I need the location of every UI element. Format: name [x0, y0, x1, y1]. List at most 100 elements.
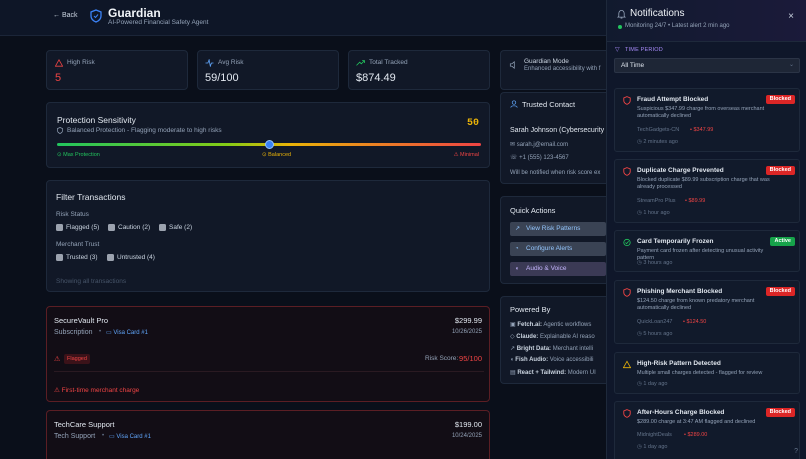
- transaction-merchant: SecureVault Pro: [54, 316, 109, 325]
- notification-time: ◷ 1 day ago: [637, 381, 668, 387]
- audio-voice-button[interactable]: ◖ Audio & Voice: [510, 262, 606, 276]
- shield-icon: [623, 96, 631, 105]
- notifications-title: Notifications: [630, 8, 685, 19]
- notification-title: Duplicate Charge Prevented: [637, 167, 724, 174]
- view-risk-patterns-button[interactable]: ↗ View Risk Patterns: [510, 222, 606, 236]
- status-badge: Blocked: [765, 95, 795, 104]
- warning-triangle-icon: [55, 59, 63, 67]
- time-period-value: All Time: [621, 62, 645, 69]
- stat-value: $874.49: [356, 72, 396, 84]
- transaction-date: 10/26/2025: [451, 329, 482, 335]
- transaction-row[interactable]: TechCare Support $199.00 Tech Support • …: [46, 410, 490, 459]
- filter-icon: ▽: [615, 47, 620, 53]
- checkbox-label: Trusted (3): [66, 254, 98, 261]
- time-period-select[interactable]: All Time ⌄: [614, 58, 800, 73]
- status-badge: Flagged: [64, 354, 90, 364]
- bell-icon: [617, 9, 626, 19]
- notification-description: Blocked duplicate $89.99 subscription ch…: [637, 177, 770, 190]
- notification-amount: • $347.99: [690, 127, 714, 133]
- app-title: Guardian: [108, 6, 161, 20]
- checkbox-caution[interactable]: [108, 224, 115, 231]
- checkbox-label: Safe (2): [169, 224, 193, 231]
- divider: [54, 371, 484, 372]
- help-icon[interactable]: ?: [794, 448, 798, 455]
- warning-triangle-icon: [623, 360, 631, 369]
- merchant-trust-label: Merchant Trust: [56, 241, 100, 248]
- chart-icon: ↗: [515, 226, 521, 232]
- notification-time: ◷ 5 hours ago: [637, 331, 673, 337]
- notification-item[interactable]: Duplicate Charge Prevented Blocked Block…: [614, 159, 800, 223]
- sensitivity-value: 50: [466, 118, 479, 129]
- notification-merchant: TechGadgets-CN: [637, 127, 680, 133]
- max-protection-label: ⊙ Max Protection: [57, 152, 100, 158]
- back-button[interactable]: ← Back: [53, 12, 78, 19]
- checkbox-label: Untrusted (4): [117, 254, 155, 261]
- guardian-mode-title: Guardian Mode: [524, 58, 569, 65]
- separator-dot: •: [102, 433, 105, 439]
- guardian-mode-subtitle: Enhanced accessibility with f: [524, 66, 601, 72]
- status-badge: Active: [770, 237, 795, 246]
- transaction-amount: $199.00: [454, 420, 482, 429]
- notification-title: Card Temporarily Frozen: [637, 238, 714, 245]
- risk-score-value: 95/100: [459, 354, 482, 363]
- checkbox-safe[interactable]: [159, 224, 166, 231]
- transaction-card[interactable]: ▭ Visa Card #1: [109, 433, 151, 440]
- risk-status-label: Risk Status: [56, 211, 89, 218]
- minimal-label: ⚠ Minimal: [453, 152, 479, 158]
- notification-time: ◷ 1 hour ago: [637, 210, 670, 216]
- transaction-amount: $299.99: [454, 316, 482, 325]
- notifications-header: Notifications Monitoring 24/7 • Latest a…: [607, 0, 806, 42]
- transaction-category: Subscription: [54, 329, 93, 336]
- notification-item[interactable]: After-Hours Charge Blocked Blocked $289.…: [614, 401, 800, 459]
- showing-transactions-text: Showing all transactions: [56, 278, 127, 285]
- notification-item[interactable]: Phishing Merchant Blocked Blocked $124.5…: [614, 280, 800, 344]
- filter-transactions-card: Filter Transactions Risk Status Flagged …: [46, 180, 490, 292]
- checkbox-flagged[interactable]: [56, 224, 63, 231]
- transaction-row[interactable]: SecureVault Pro $299.99 Subscription • ▭…: [46, 306, 490, 402]
- notification-time: ◷ 2 minutes ago: [637, 139, 678, 145]
- notification-item[interactable]: Card Temporarily Frozen Active Payment c…: [614, 230, 800, 272]
- activity-icon: [205, 59, 214, 67]
- close-icon[interactable]: ×: [788, 12, 794, 22]
- live-dot: [618, 25, 622, 29]
- powered-by-item: ◇ Claude: Explainable AI reaso: [510, 334, 595, 340]
- notifications-panel: Notifications Monitoring 24/7 • Latest a…: [606, 0, 806, 459]
- stat-card-high-risk: High Risk 5: [46, 50, 188, 90]
- notification-amount: • $124.50: [683, 319, 707, 325]
- powered-by-card: Powered By ▣ Fetch.ai: Agentic workflows…: [500, 296, 606, 384]
- checkbox-untrusted[interactable]: [107, 254, 114, 261]
- sensitivity-description: Balanced Protection - Flagging moderate …: [67, 127, 222, 134]
- checkbox-label: Flagged (5): [66, 224, 100, 231]
- configure-alerts-button[interactable]: ◔ Configure Alerts: [510, 242, 606, 256]
- notification-description: Multiple small charges detected - flagge…: [637, 370, 763, 376]
- powered-by-item: ◖ Fish Audio: Voice accessibili: [510, 357, 594, 363]
- shield-logo-icon: [90, 9, 102, 23]
- sensitivity-slider-thumb[interactable]: [264, 140, 274, 149]
- transaction-card[interactable]: ▭ Visa Card #1: [106, 329, 148, 336]
- notification-title: High-Risk Pattern Detected: [637, 360, 721, 367]
- notification-item[interactable]: High-Risk Pattern Detected Multiple smal…: [614, 352, 800, 394]
- notification-title: Phishing Merchant Blocked: [637, 288, 723, 295]
- powered-by-item: ↗ Bright Data: Merchant intelli: [510, 346, 594, 352]
- time-period-label: TIME PERIOD: [625, 47, 663, 53]
- powered-by-title: Powered By: [510, 305, 551, 314]
- stat-card-avg-risk: Avg Risk 59/100: [197, 50, 339, 90]
- notification-description: $124.50 charge from known predatory merc…: [637, 298, 755, 311]
- speaker-icon: [509, 61, 515, 69]
- notification-item[interactable]: Fraud Attempt Blocked Blocked Suspicious…: [614, 88, 800, 152]
- bell-icon: ◔: [515, 246, 519, 252]
- speaker-icon: ◖: [515, 266, 519, 272]
- guardian-mode-card[interactable]: Guardian Mode Enhanced accessibility wit…: [500, 50, 606, 90]
- shield-icon: [57, 127, 63, 134]
- balanced-label: ⊙ Balanced: [262, 152, 292, 158]
- stat-value: 5: [55, 72, 62, 84]
- separator-dot: •: [99, 329, 102, 335]
- trusted-contact-card: Trusted Contact Sarah Johnson (Cybersecu…: [500, 92, 606, 184]
- quick-actions-title: Quick Actions: [510, 206, 556, 215]
- protection-sensitivity-card: Protection Sensitivity 50 Balanced Prote…: [46, 102, 490, 168]
- stat-label: High Risk: [67, 59, 95, 66]
- status-badge: Blocked: [765, 287, 795, 296]
- checkbox-trusted[interactable]: [56, 254, 63, 261]
- risk-score-label: Risk Score:: [425, 355, 459, 362]
- notification-description: $289.00 charge at 3:47 AM flagged and de…: [637, 419, 756, 425]
